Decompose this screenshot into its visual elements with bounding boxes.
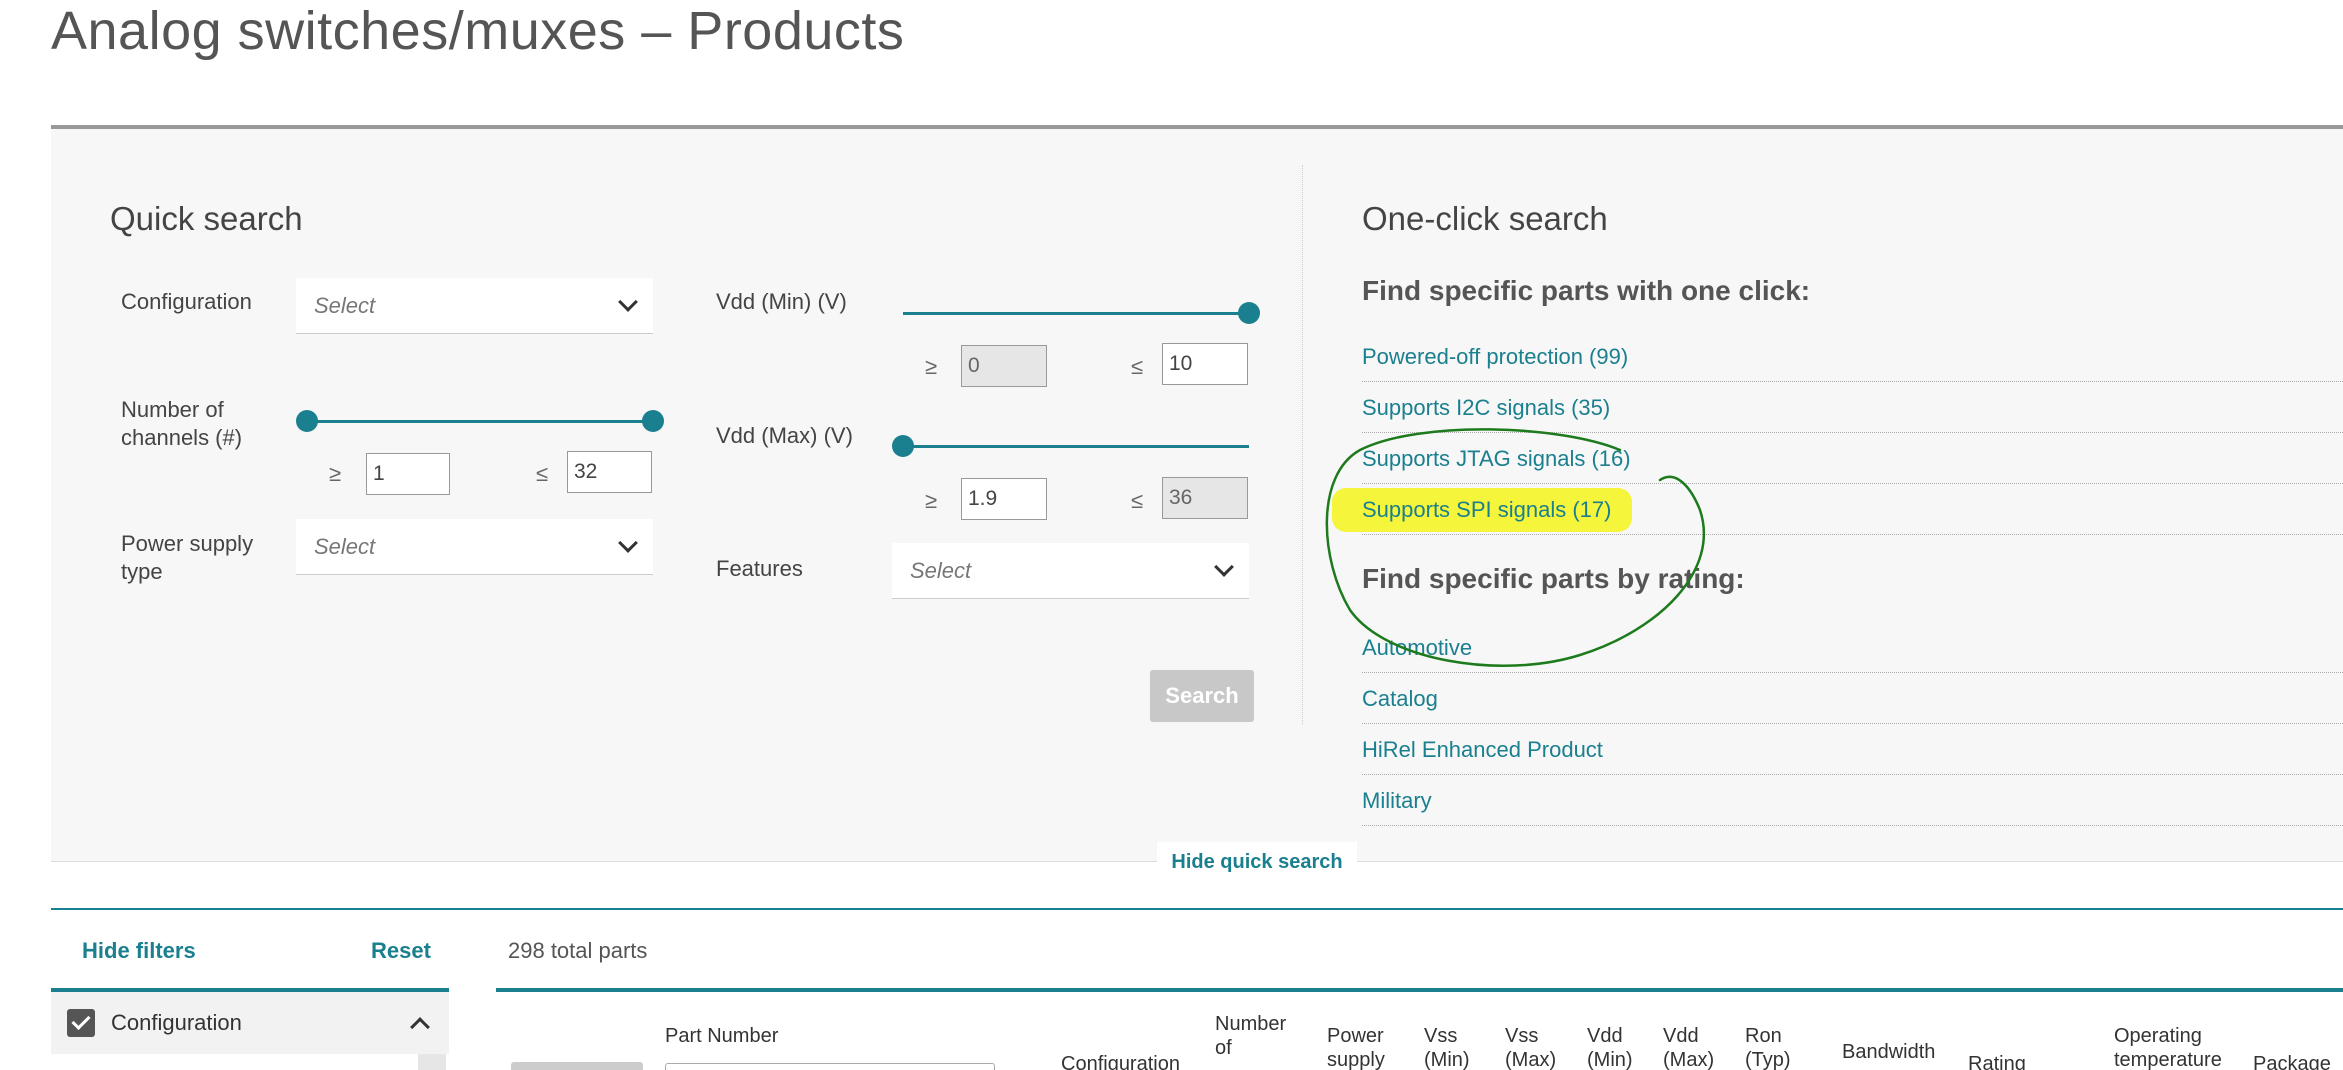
vdd-min-upper-input[interactable]: 10: [1162, 343, 1248, 385]
features-select-placeholder: Select: [910, 557, 972, 583]
col-bandwidth[interactable]: Bandwidth: [1842, 1040, 1935, 1064]
vdd-max-slider-handle[interactable]: [892, 435, 914, 457]
channels-min-input[interactable]: 1: [366, 453, 450, 495]
total-parts-count: 298 total parts: [508, 938, 648, 963]
filter-group-configuration[interactable]: Configuration: [51, 992, 449, 1054]
col-configuration[interactable]: Configuration: [1061, 1052, 1180, 1070]
link-automotive[interactable]: Automotive: [1362, 622, 2343, 673]
filter-group-label: Configuration: [111, 1010, 242, 1035]
features-select[interactable]: Select: [892, 543, 1249, 599]
vdd-min-le-symbol: ≤: [1131, 354, 1144, 379]
features-label: Features: [716, 556, 803, 581]
channels-slider-track[interactable]: [307, 420, 653, 423]
col-rating[interactable]: Rating: [1968, 1052, 2026, 1070]
hide-filters-button[interactable]: Hide filters: [82, 938, 196, 964]
col-vdd-max[interactable]: Vdd (Max): [1663, 1024, 1714, 1070]
col-number-of-channels[interactable]: Number of: [1215, 1012, 1286, 1060]
filters-divider: [51, 908, 2343, 910]
chevron-up-icon[interactable]: [410, 1017, 430, 1037]
results-table-header: Part Number Configuration Number of Powe…: [496, 992, 2343, 1070]
channels-ge-symbol: ≥: [329, 461, 342, 486]
part-number-filter-input[interactable]: [665, 1063, 995, 1070]
reset-filters-button[interactable]: Reset: [371, 938, 431, 964]
power-supply-label-line2: type: [121, 559, 163, 584]
channels-slider-max-handle[interactable]: [642, 410, 664, 432]
channels-label-line2: channels (#): [121, 425, 243, 450]
power-supply-select-placeholder: Select: [314, 533, 376, 559]
power-supply-label-line1: Power supply: [121, 531, 254, 556]
link-catalog[interactable]: Catalog: [1362, 673, 2343, 724]
find-one-click-heading: Find specific parts with one click:: [1362, 275, 1811, 306]
col-ron-typ[interactable]: Ron (Typ): [1745, 1024, 1791, 1070]
one-click-heading: One-click search: [1362, 200, 1608, 237]
col-vss-min[interactable]: Vss (Min): [1424, 1024, 1470, 1070]
chevron-down-icon: [618, 532, 638, 553]
vdd-min-slider-handle[interactable]: [1238, 302, 1260, 324]
search-button[interactable]: Search: [1150, 670, 1254, 722]
quick-search-heading: Quick search: [110, 200, 303, 237]
vdd-max-slider-track[interactable]: [903, 445, 1249, 448]
find-by-rating-heading: Find specific parts by rating:: [1362, 563, 1745, 594]
link-military[interactable]: Military: [1362, 775, 2343, 826]
vdd-max-ge-symbol: ≥: [925, 488, 938, 513]
link-powered-off-protection[interactable]: Powered-off protection (99): [1362, 331, 2343, 382]
chevron-down-icon: [618, 291, 638, 312]
link-supports-i2c[interactable]: Supports I2C signals (35): [1362, 382, 2343, 433]
panel-divider: [1302, 165, 1303, 725]
channels-label-line1: Number of: [121, 397, 224, 422]
col-package[interactable]: Package: [2253, 1052, 2331, 1070]
chevron-down-icon: [1214, 556, 1234, 577]
vdd-min-slider-track[interactable]: [903, 312, 1249, 315]
col-vdd-min[interactable]: Vdd (Min): [1587, 1024, 1633, 1070]
compare-button[interactable]: [511, 1062, 643, 1070]
link-hirel-enhanced[interactable]: HiRel Enhanced Product: [1362, 724, 2343, 775]
configuration-checkbox[interactable]: [67, 1009, 95, 1037]
vdd-min-ge-symbol: ≥: [925, 354, 938, 379]
channels-slider-min-handle[interactable]: [296, 410, 318, 432]
power-supply-select[interactable]: Select: [296, 519, 653, 575]
link-supports-spi[interactable]: Supports SPI signals (17): [1362, 484, 2343, 535]
col-power-supply[interactable]: Power supply: [1327, 1024, 1385, 1070]
vdd-min-lower-input[interactable]: 0: [961, 345, 1047, 387]
page-title: Analog switches/muxes – Products: [51, 1, 905, 61]
vdd-max-lower-input[interactable]: 1.9: [961, 478, 1047, 520]
configuration-select[interactable]: Select: [296, 278, 653, 334]
col-operating-temperature[interactable]: Operating temperature: [2114, 1024, 2222, 1070]
vdd-max-le-symbol: ≤: [1131, 488, 1144, 513]
col-part-number[interactable]: Part Number: [665, 1024, 778, 1048]
channels-max-input[interactable]: 32: [567, 451, 652, 493]
hide-quick-search-button[interactable]: Hide quick search: [1157, 842, 1357, 882]
configuration-label: Configuration: [121, 289, 252, 314]
vdd-min-label: Vdd (Min) (V): [716, 289, 847, 314]
sidebar-scrollbar[interactable]: [418, 1054, 446, 1070]
col-vss-max[interactable]: Vss (Max): [1505, 1024, 1556, 1070]
channels-le-symbol: ≤: [536, 461, 549, 486]
vdd-max-label: Vdd (Max) (V): [716, 423, 853, 448]
configuration-select-placeholder: Select: [314, 292, 376, 318]
vdd-max-upper-input[interactable]: 36: [1162, 477, 1248, 519]
link-supports-jtag[interactable]: Supports JTAG signals (16): [1362, 433, 2343, 484]
